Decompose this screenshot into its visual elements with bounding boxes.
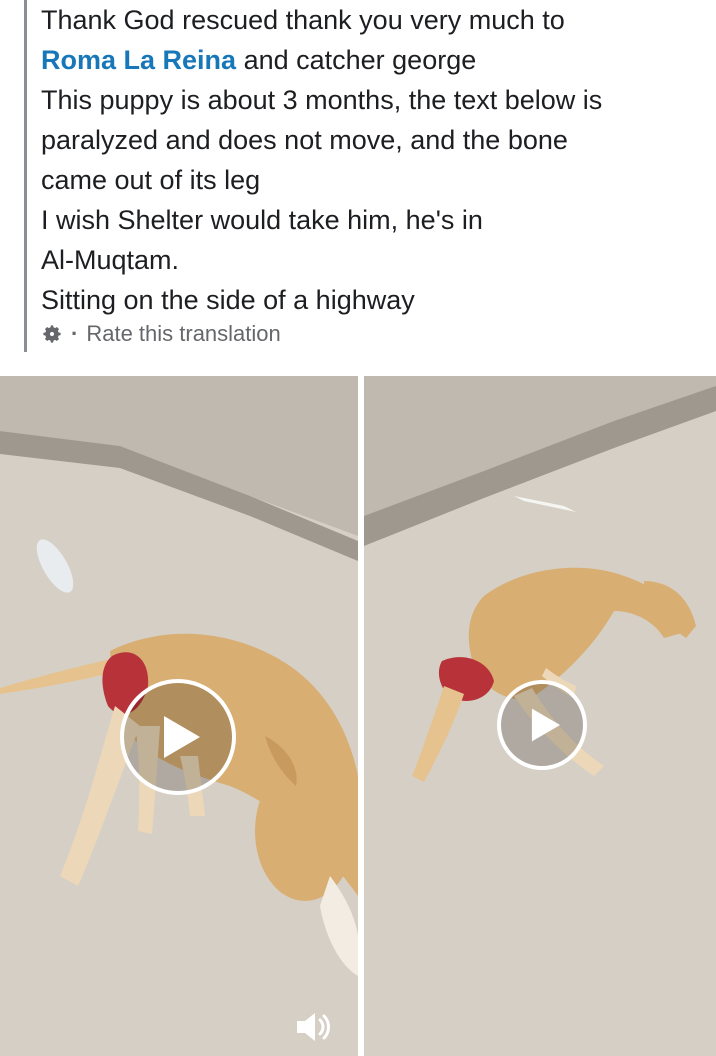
separator-dot: · bbox=[71, 321, 79, 346]
video-thumbnail-1[interactable] bbox=[0, 376, 358, 1056]
post-line: came out of its leg bbox=[41, 165, 261, 195]
post-line: Al-Muqtam. bbox=[41, 245, 180, 275]
play-button[interactable] bbox=[497, 680, 587, 770]
post-line: This puppy is about 3 months, the text b… bbox=[41, 85, 603, 115]
post-line: Roma La Reina and catcher george bbox=[41, 40, 701, 80]
video-thumbnail-2[interactable] bbox=[364, 376, 716, 1056]
rate-translation-link[interactable]: Rate this translation bbox=[86, 321, 280, 347]
sound-button[interactable] bbox=[293, 1009, 333, 1045]
play-button[interactable] bbox=[120, 679, 236, 795]
play-icon bbox=[164, 716, 200, 758]
post-body: Thank God rescued thank you very much to… bbox=[0, 0, 716, 360]
post-line: I wish Shelter would take him, he's in bbox=[41, 205, 483, 235]
post-line: Sitting on the side of a highway bbox=[41, 285, 415, 315]
translation-row: · Rate this translation bbox=[41, 318, 281, 350]
volume-icon bbox=[297, 1013, 330, 1041]
video-gallery bbox=[0, 376, 716, 1056]
quote-bar bbox=[24, 0, 27, 352]
post-line: Thank God rescued thank you very much to bbox=[41, 5, 565, 35]
post-message: Thank God rescued thank you very much to… bbox=[41, 0, 701, 320]
post-line: paralyzed and does not move, and the bon… bbox=[41, 125, 568, 155]
gear-icon[interactable] bbox=[41, 323, 63, 345]
mention-link[interactable]: Roma La Reina bbox=[41, 45, 236, 75]
post-line-text: and catcher george bbox=[236, 45, 477, 75]
play-icon bbox=[531, 708, 561, 742]
